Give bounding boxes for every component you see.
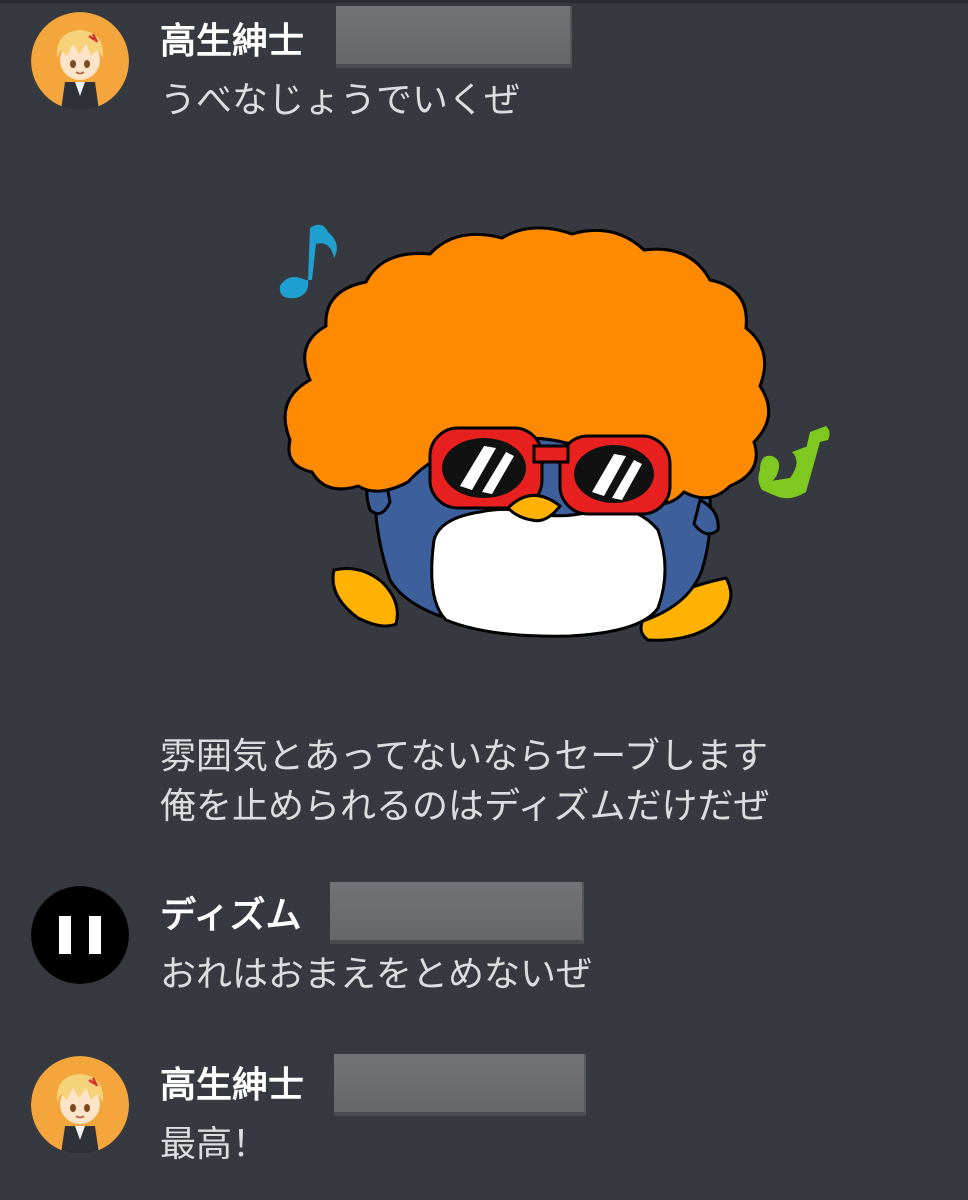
redacted-timestamp [336, 6, 572, 68]
message-text: 俺を止められるのはディズムだけだぜ [160, 786, 770, 827]
author-name[interactable]: 高生紳士 [160, 20, 304, 64]
afro-penguin-sunglasses-sticker[interactable] [270, 210, 850, 650]
user-avatar[interactable] [31, 1056, 129, 1154]
music-note-green-icon [758, 426, 830, 499]
message-text: 雰囲気とあってないならセーブします [160, 736, 769, 777]
message-text: うべなじょうでいくぜ [160, 80, 521, 121]
blond-boy-avatar-icon [31, 12, 129, 110]
author-name[interactable]: ディズム [160, 894, 301, 938]
redacted-timestamp [334, 1054, 586, 1116]
redacted-timestamp [330, 882, 584, 944]
author-name[interactable]: 高生紳士 [160, 1064, 304, 1108]
top-divider [0, 0, 968, 3]
black-circle-eyes-avatar-icon [31, 886, 129, 984]
message-text: 最高！ [160, 1124, 269, 1165]
music-note-blue-icon [279, 224, 337, 299]
user-avatar[interactable] [31, 12, 129, 110]
message-text: おれはおまえをとめないぜ [160, 954, 593, 995]
blond-boy-avatar-icon [31, 1056, 129, 1154]
user-avatar[interactable] [31, 886, 129, 984]
